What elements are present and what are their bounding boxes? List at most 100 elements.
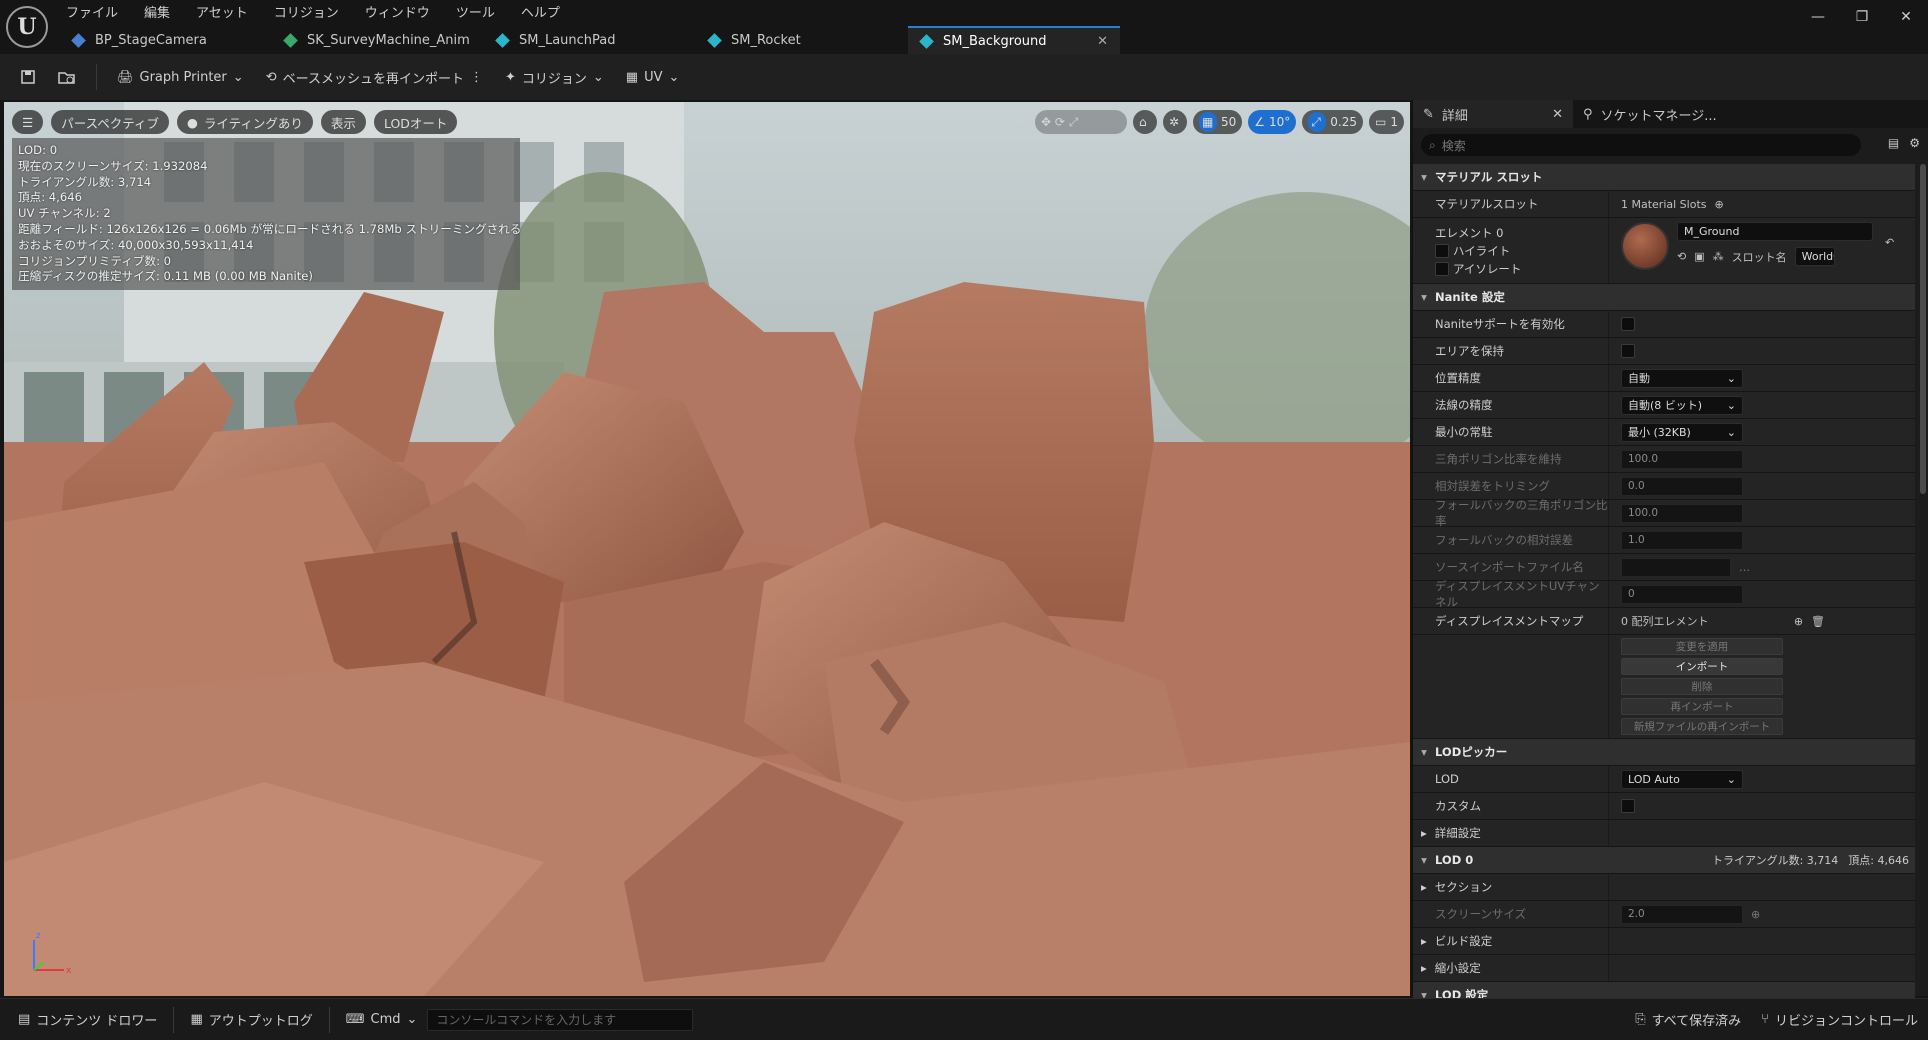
- property-checkbox[interactable]: [1621, 344, 1635, 358]
- material-picker[interactable]: M_Ground: [1677, 222, 1873, 241]
- menu-item[interactable]: ヘルプ: [521, 2, 560, 21]
- cmd-dropdown[interactable]: ⌨ Cmd ⌄: [336, 1005, 428, 1035]
- chevron-down-icon: ▾: [1421, 170, 1427, 184]
- close-icon[interactable]: ✕: [1884, 0, 1928, 34]
- reset-arrow-icon[interactable]: ↶: [1885, 236, 1894, 249]
- add-circle-icon[interactable]: ⊕: [1794, 615, 1803, 628]
- displacement-action-button[interactable]: 再インポート: [1621, 698, 1783, 715]
- advanced-row[interactable]: ▸ 詳細設定: [1413, 820, 1915, 847]
- rotation-snap-button[interactable]: ∠ 10°: [1248, 110, 1297, 134]
- camera-speed-button[interactable]: ▭ 1: [1369, 110, 1404, 134]
- category-lod0[interactable]: ▾ LOD 0 トライアングル数: 3,714 頂点: 4,646: [1413, 847, 1915, 874]
- search-placeholder: 検索: [1441, 138, 1466, 153]
- lighting-button[interactable]: ● ライティングあり: [176, 110, 313, 134]
- highlight-checkbox[interactable]: [1435, 243, 1449, 258]
- table-view-icon[interactable]: ▤: [1888, 136, 1899, 150]
- grid-snap-button[interactable]: ▦ 50: [1192, 110, 1243, 134]
- browse-dots-icon[interactable]: …: [1739, 561, 1750, 574]
- tab-socket-manager[interactable]: ⚲ ソケットマネージ...: [1573, 100, 1727, 128]
- displacement-action-button[interactable]: 削除: [1621, 678, 1783, 695]
- number-field[interactable]: 100.0: [1621, 449, 1743, 469]
- displacement-action-button[interactable]: 新規ファイルの再インポート: [1621, 718, 1783, 735]
- asset-tab[interactable]: SK_SurveyMachine_Anim: [272, 26, 484, 54]
- graph-printer-dropdown[interactable]: 🖨 Graph Printer ⌄: [109, 62, 252, 92]
- browse-button[interactable]: [50, 62, 84, 92]
- lod-button[interactable]: LODオート: [373, 110, 458, 134]
- menu-item[interactable]: ファイル: [66, 2, 118, 21]
- reimport-button[interactable]: ⟲ ベースメッシュを再インポート ⋮: [258, 62, 491, 92]
- sections-row[interactable]: ▸ セクション: [1413, 874, 1915, 901]
- uv-dropdown[interactable]: ▦ UV ⌄: [618, 62, 688, 92]
- scale-snap-button[interactable]: ⤢ 0.25: [1302, 110, 1364, 134]
- property-label: 詳細設定: [1434, 826, 1481, 840]
- asset-tab[interactable]: SM_Rocket: [696, 26, 908, 54]
- property-label: マテリアルスロット: [1413, 191, 1609, 217]
- displacement-action-button[interactable]: 変更を適用: [1621, 638, 1783, 655]
- asset-tab[interactable]: SM_LaunchPad: [484, 26, 696, 54]
- minimize-icon[interactable]: —: [1796, 0, 1840, 34]
- number-field[interactable]: 1.0: [1621, 530, 1743, 550]
- category-lod-picker[interactable]: ▾ LODピッカー: [1413, 739, 1915, 766]
- screen-size-field[interactable]: 2.0: [1621, 904, 1743, 924]
- gear-icon[interactable]: ⚙: [1909, 136, 1920, 150]
- revision-control-button[interactable]: ⑂ リビジョンコントロール: [1751, 1005, 1928, 1035]
- perspective-button[interactable]: パースペクティブ: [51, 110, 169, 134]
- more-options-icon[interactable]: ⋮: [470, 70, 483, 85]
- reduction-settings-row[interactable]: ▸ 縮小設定: [1413, 955, 1915, 982]
- category-material-slots[interactable]: ▾ マテリアル スロット: [1413, 164, 1915, 191]
- slot-name-field[interactable]: WorldG: [1794, 247, 1835, 266]
- custom-checkbox[interactable]: [1621, 799, 1635, 813]
- realtime-button[interactable]: ✲: [1162, 110, 1187, 134]
- chevron-down-icon: ⌄: [232, 69, 244, 85]
- number-field[interactable]: 0.0: [1621, 476, 1743, 496]
- details-scrollbar[interactable]: [1920, 164, 1926, 494]
- menu-item[interactable]: ウィンドウ: [365, 2, 430, 21]
- property-checkbox[interactable]: [1621, 317, 1635, 331]
- show-button[interactable]: 表示: [320, 110, 366, 134]
- number-field[interactable]: 100.0: [1621, 503, 1743, 523]
- dropdown-value: 自動: [1628, 372, 1650, 385]
- browse-arrow-icon[interactable]: ⟲: [1677, 250, 1686, 263]
- asset-tab[interactable]: SM_Background ✕: [908, 26, 1120, 54]
- viewport-menu-button[interactable]: ☰: [12, 110, 44, 134]
- close-icon[interactable]: ✕: [1097, 34, 1108, 49]
- displacement-action-button[interactable]: インポート: [1621, 658, 1783, 675]
- console-input[interactable]: コンソールコマンドを入力します: [427, 1008, 694, 1031]
- content-drawer-button[interactable]: ▤ コンテンツ ドロワー: [8, 1005, 167, 1035]
- lod-dropdown[interactable]: LOD Auto ⌄: [1621, 769, 1743, 789]
- property-dropdown[interactable]: 自動 ⌄: [1621, 368, 1743, 388]
- save-button[interactable]: [12, 62, 44, 92]
- surface-snap-button[interactable]: ⌂: [1132, 110, 1157, 134]
- nanite-property-row: フォールバックの三角ポリゴン比率 100.0: [1413, 498, 1915, 528]
- menu-item[interactable]: ツール: [456, 2, 495, 21]
- material-thumbnail[interactable]: [1621, 222, 1669, 270]
- asset-tab-label: SM_LaunchPad: [519, 32, 616, 48]
- collision-dropdown[interactable]: ✦ コリジョン ⌄: [497, 62, 612, 92]
- save-all-button[interactable]: ⎘ すべて保存済み: [1625, 1005, 1751, 1035]
- viewport[interactable]: ☰ パースペクティブ ● ライティングあり 表示 LODオート ✥ ⟳ ⤢ ⌂ ✲…: [4, 102, 1410, 996]
- property-dropdown[interactable]: 最小 (32KB) ⌄: [1621, 422, 1743, 442]
- add-circle-icon[interactable]: ⊕: [1751, 908, 1760, 921]
- category-label: マテリアル スロット: [1435, 170, 1543, 184]
- number-field[interactable]: 0: [1621, 584, 1743, 604]
- trash-icon[interactable]: 🗑: [1811, 615, 1825, 628]
- add-circle-icon[interactable]: ⊕: [1715, 198, 1724, 211]
- category-nanite[interactable]: ▾ Nanite 設定: [1413, 284, 1915, 311]
- property-dropdown[interactable]: 自動(8 ビット) ⌄: [1621, 395, 1743, 415]
- close-icon[interactable]: ✕: [1552, 107, 1563, 122]
- isolate-checkbox[interactable]: [1435, 261, 1449, 276]
- restore-icon[interactable]: ❐: [1840, 0, 1884, 34]
- menu-item[interactable]: 編集: [144, 2, 170, 21]
- folder-icon[interactable]: ▣: [1694, 250, 1704, 263]
- menu-item[interactable]: アセット: [196, 2, 248, 21]
- details-search[interactable]: ⌕ 検索: [1421, 134, 1861, 156]
- transform-tools[interactable]: ✥ ⟳ ⤢: [1034, 110, 1127, 134]
- file-field[interactable]: [1621, 557, 1731, 577]
- build-settings-row[interactable]: ▸ ビルド設定: [1413, 928, 1915, 955]
- material-options-icon[interactable]: ⁂: [1713, 250, 1724, 263]
- tab-details[interactable]: ✎ 詳細 ✕: [1413, 100, 1573, 128]
- asset-tab[interactable]: BP_StageCamera: [60, 26, 272, 54]
- menu-item[interactable]: コリジョン: [274, 2, 339, 21]
- output-log-button[interactable]: ▦ アウトプットログ: [180, 1005, 322, 1035]
- unreal-logo-icon[interactable]: U: [6, 6, 48, 48]
